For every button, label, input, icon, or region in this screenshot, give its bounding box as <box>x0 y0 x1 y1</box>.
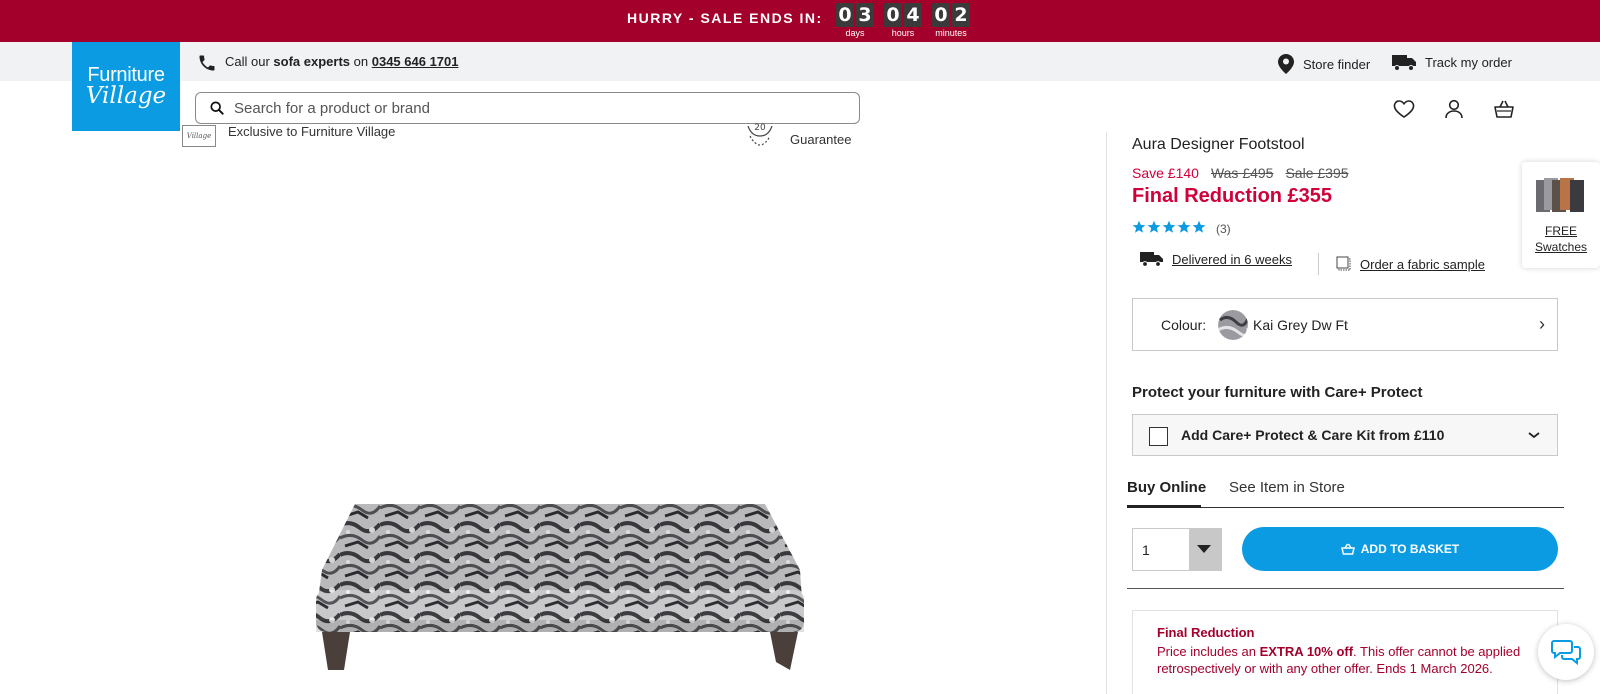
fabric-sample-icon <box>1336 256 1351 271</box>
care-protect-label: Add Care+ Protect & Care Kit from £110 <box>1181 427 1445 443</box>
countdown-digit: 2 <box>952 3 970 27</box>
countdown-label: minutes <box>935 28 967 38</box>
caret-down-icon <box>1197 545 1211 553</box>
offer-text: Price includes an EXTRA 10% off. This of… <box>1157 643 1541 677</box>
call-experts-text: Call our sofa experts on 0345 646 1701 <box>225 54 459 69</box>
protect-title: Protect your furniture with Care+ Protec… <box>1132 384 1423 401</box>
quantity-dropdown-button[interactable] <box>1189 529 1221 570</box>
basket-icon[interactable] <box>1492 97 1516 121</box>
phone-number-link[interactable]: 0345 646 1701 <box>372 54 459 69</box>
countdown-hours: 0 4 hours <box>884 3 924 38</box>
store-finder-label: Store finder <box>1303 56 1371 72</box>
usp-exclusive-text: Exclusive to Furniture Village <box>228 124 396 139</box>
section-divider <box>1127 588 1564 589</box>
heart-icon[interactable] <box>1392 97 1416 121</box>
care-protect-checkbox[interactable] <box>1149 427 1168 446</box>
countdown-label: hours <box>891 28 915 38</box>
colour-value: Kai Grey Dw Ft <box>1253 317 1348 333</box>
rating-stars[interactable] <box>1132 220 1206 234</box>
star-icon <box>1132 220 1146 233</box>
quantity-select[interactable]: 1 <box>1132 528 1222 571</box>
sale-price: Sale £395 <box>1285 165 1349 181</box>
price-row: Save £140 Was £495 Sale £395 <box>1132 165 1349 181</box>
guarantee-badge-icon: 20 <box>747 123 773 146</box>
location-pin-icon <box>1278 54 1294 74</box>
fabric-sample-text: Order a fabric sample <box>1360 256 1485 272</box>
final-reduction-offer: Final Reduction Price includes an EXTRA … <box>1132 610 1558 694</box>
active-tab-indicator <box>1127 505 1201 508</box>
sale-banner: HURRY - SALE ENDS IN: 0 3 days 0 4 hours… <box>0 0 1600 42</box>
save-amount: Save £140 <box>1132 165 1199 181</box>
add-to-basket-button[interactable]: ADD TO BASKET <box>1242 527 1558 571</box>
chat-icon <box>1551 640 1581 666</box>
delivery-truck-icon <box>1140 252 1163 267</box>
free-swatches-tab[interactable]: FREE Swatches <box>1522 162 1600 268</box>
countdown-digit: 0 <box>932 3 950 27</box>
fabric-sample-link[interactable]: Order a fabric sample <box>1336 256 1485 272</box>
delivery-text: Delivered in 6 weeks <box>1172 251 1292 267</box>
was-price: Was £495 <box>1210 165 1274 181</box>
delivery-truck-icon <box>1392 55 1416 71</box>
offer-text-bold: EXTRA 10% off <box>1259 644 1354 659</box>
offer-title: Final Reduction <box>1157 625 1255 640</box>
product-title: Aura Designer Footstool <box>1132 136 1305 153</box>
track-order-label: Track my order <box>1425 54 1512 70</box>
countdown-label: days <box>845 28 865 38</box>
countdown-days: 0 3 days <box>836 3 876 38</box>
colour-selector[interactable]: Colour: Kai Grey Dw Ft › <box>1132 298 1558 351</box>
phone-icon <box>199 55 215 71</box>
utility-bar: Call our sofa experts on 0345 646 1701 S… <box>0 42 1600 81</box>
search-icon <box>210 101 224 115</box>
sale-banner-text: HURRY - SALE ENDS IN: <box>627 10 823 26</box>
swatches-image <box>1536 178 1584 212</box>
badge-number: 20 <box>754 123 766 133</box>
user-icon[interactable] <box>1442 97 1466 121</box>
call-on: on <box>353 54 369 69</box>
countdown-minutes: 0 2 minutes <box>932 3 972 38</box>
colour-swatch-thumbnail <box>1218 310 1248 340</box>
search-input[interactable] <box>234 95 834 121</box>
review-count[interactable]: (3) <box>1216 222 1231 236</box>
tab-see-in-store[interactable]: See Item in Store <box>1229 479 1345 496</box>
countdown-digit: 0 <box>884 3 902 27</box>
basket-icon <box>1340 543 1355 555</box>
delivery-info[interactable]: Delivered in 6 weeks <box>1140 251 1292 267</box>
countdown-digit: 0 <box>836 3 854 27</box>
tab-buy-online[interactable]: Buy Online <box>1127 479 1206 496</box>
colour-label: Colour: <box>1161 317 1207 333</box>
store-finder-link[interactable]: Store finder <box>1277 53 1370 75</box>
chat-button[interactable] <box>1538 624 1594 680</box>
delivery-separator <box>1318 253 1319 275</box>
logo-line2: Village <box>85 83 167 109</box>
track-order-link[interactable]: Track my order <box>1391 53 1512 71</box>
chevron-right-icon: › <box>1539 314 1545 334</box>
quantity-value: 1 <box>1142 542 1150 558</box>
furniture-village-logo[interactable]: Furniture Village <box>72 42 180 131</box>
add-to-basket-label: ADD TO BASKET <box>1360 542 1460 556</box>
star-icon <box>1192 220 1206 233</box>
swatches-line1: FREE <box>1544 224 1577 238</box>
care-protect-option[interactable]: Add Care+ Protect & Care Kit from £110 <box>1132 414 1558 456</box>
star-icon <box>1162 220 1176 233</box>
chevron-down-icon[interactable] <box>1527 428 1541 442</box>
exclusive-logo-icon: Village <box>182 125 216 147</box>
swatches-line2: Swatches <box>1534 240 1588 254</box>
call-bold: sofa experts <box>273 54 351 69</box>
usp-guarantee-text: Guarantee <box>790 132 852 147</box>
countdown-digit: 3 <box>856 3 874 27</box>
star-icon <box>1177 220 1191 233</box>
countdown-digit: 4 <box>904 3 922 27</box>
final-reduction-price: Final Reduction £355 <box>1132 185 1333 207</box>
product-image[interactable] <box>300 490 820 680</box>
star-icon <box>1147 220 1161 233</box>
column-divider <box>1106 132 1107 694</box>
call-prefix: Call our <box>225 54 270 69</box>
offer-text-1: Price includes an <box>1157 644 1260 659</box>
purchase-tabs: Buy Online See Item in Store <box>1127 476 1564 508</box>
